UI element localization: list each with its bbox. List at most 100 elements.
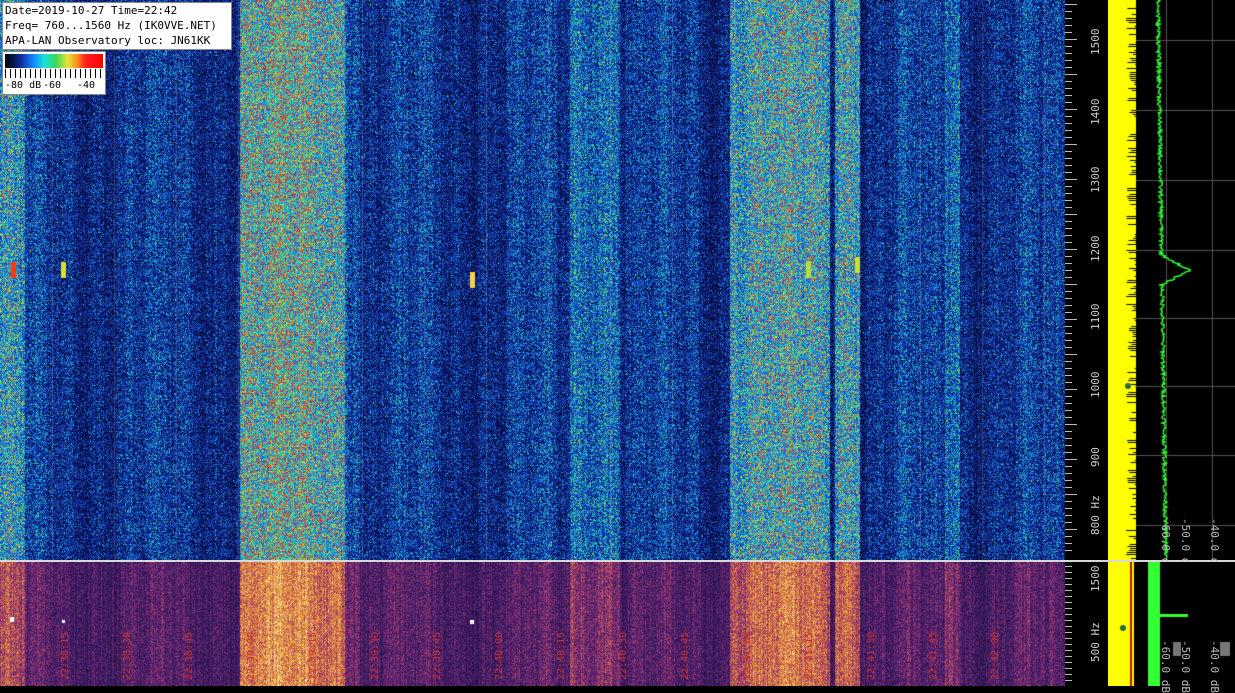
- freq-tick: [1065, 424, 1077, 425]
- freq-tick: [1065, 340, 1072, 341]
- scale-label-max: -40: [77, 80, 96, 91]
- freq-tick: [1065, 536, 1072, 537]
- freq-tick: [1065, 172, 1072, 173]
- freq-tick: [1065, 214, 1077, 215]
- freq-tick: [1065, 326, 1072, 327]
- freq-tick: [1065, 11, 1072, 12]
- freq-tick: [1065, 389, 1077, 390]
- freq-tick: [1065, 165, 1072, 166]
- freq-tick: [1065, 53, 1072, 54]
- freq-tick: [1065, 508, 1072, 509]
- freq-tick: [1065, 522, 1072, 523]
- freq-tick: [1065, 151, 1072, 152]
- frequency-axis: 1500 1400 1300 1200 1100 1000 900 800 Hz: [1065, 0, 1110, 560]
- freq-tick: [1065, 130, 1072, 131]
- db-label-lower: -60.0 dB: [1159, 640, 1172, 693]
- freq-tick: [1065, 396, 1072, 397]
- freq-tick: [1065, 228, 1072, 229]
- freq-tick-lower: [1065, 614, 1072, 615]
- freq-tick: [1065, 249, 1077, 250]
- freq-tick: [1065, 487, 1072, 488]
- freq-tick: [1065, 375, 1072, 376]
- info-observatory: APA-LAN Observatory loc: JN61KK: [5, 34, 211, 47]
- freq-tick: [1065, 445, 1072, 446]
- freq-tick: [1065, 221, 1072, 222]
- freq-tick: [1065, 361, 1072, 362]
- freq-tick: [1065, 186, 1072, 187]
- freq-tick: [1065, 67, 1072, 68]
- freq-tick: [1065, 200, 1072, 201]
- freq-tick: [1065, 116, 1072, 117]
- freq-tick: [1065, 193, 1072, 194]
- freq-label-lower: 1500: [1089, 565, 1102, 593]
- freq-label-lower: 500 Hz: [1089, 622, 1102, 662]
- freq-tick: [1065, 298, 1072, 299]
- power-profile-panel-lower: -60.0 dB -50.0 dB -40.0 dB: [1108, 562, 1235, 693]
- freq-tick: [1065, 284, 1077, 285]
- freq-tick: [1065, 529, 1077, 530]
- spectrogram-canvas: [0, 0, 1065, 560]
- freq-tick: [1065, 417, 1072, 418]
- freq-tick: [1065, 60, 1072, 61]
- freq-tick-lower: [1065, 620, 1072, 621]
- freq-tick-lower: [1065, 578, 1072, 579]
- freq-tick: [1065, 88, 1072, 89]
- freq-tick: [1065, 473, 1072, 474]
- waterfall-spectrogram[interactable]: [0, 0, 1065, 560]
- freq-label: 800 Hz: [1089, 495, 1102, 535]
- freq-tick: [1065, 242, 1072, 243]
- freq-tick: [1065, 25, 1072, 26]
- freq-tick: [1065, 452, 1072, 453]
- scale-label-min: -80 dB: [5, 80, 42, 91]
- freq-label: 1000: [1089, 371, 1102, 399]
- freq-label: 1200: [1089, 235, 1102, 263]
- freq-tick: [1065, 74, 1077, 75]
- freq-label: 1400: [1089, 98, 1102, 126]
- freq-tick-lower: [1065, 662, 1072, 663]
- freq-tick: [1065, 354, 1077, 355]
- freq-tick: [1065, 109, 1077, 110]
- freq-tick-lower: [1065, 674, 1072, 675]
- freq-tick: [1065, 333, 1072, 334]
- freq-tick: [1065, 305, 1072, 306]
- freq-label: 1300: [1089, 166, 1102, 194]
- freq-tick: [1065, 403, 1072, 404]
- freq-tick: [1065, 39, 1077, 40]
- db-label-lower: -40.0 dB: [1208, 640, 1221, 693]
- freq-tick: [1065, 32, 1072, 33]
- freq-tick: [1065, 494, 1077, 495]
- info-date-time: Date=2019-10-27 Time=22:42: [5, 4, 178, 17]
- wideband-spectrogram[interactable]: 22:38:1522:38:3022:38:4522:39:0022:39:15…: [0, 562, 1065, 686]
- freq-tick-lower: [1065, 572, 1072, 573]
- freq-tick: [1065, 137, 1072, 138]
- info-box: Date=2019-10-27 Time=22:42 Freq= 760...1…: [2, 2, 232, 50]
- freq-tick: [1065, 207, 1072, 208]
- freq-tick: [1065, 368, 1072, 369]
- freq-tick-lower: [1065, 584, 1072, 585]
- freq-tick-lower: [1065, 656, 1072, 657]
- freq-tick-lower: [1065, 680, 1072, 681]
- freq-tick: [1065, 319, 1077, 320]
- freq-tick: [1065, 459, 1077, 460]
- freq-tick: [1065, 18, 1072, 19]
- freq-tick-lower: [1065, 590, 1072, 591]
- scale-label-mid: -60: [43, 80, 62, 91]
- wideband-canvas: [0, 562, 1065, 686]
- freq-tick: [1065, 347, 1072, 348]
- freq-tick: [1065, 431, 1072, 432]
- freq-tick: [1065, 501, 1072, 502]
- freq-tick: [1065, 466, 1072, 467]
- freq-tick: [1065, 550, 1072, 551]
- power-profile-panel: -60.0 dB -50.0 dB -40.0 dB: [1108, 0, 1235, 571]
- freq-tick: [1065, 312, 1072, 313]
- freq-tick: [1065, 270, 1072, 271]
- freq-tick-lower: [1065, 566, 1072, 567]
- info-frequency: Freq= 760...1560 Hz (IK0VVE.NET): [5, 19, 217, 32]
- color-scale-bar: [5, 54, 103, 68]
- freq-tick-lower: [1065, 596, 1072, 597]
- frequency-axis-lower: 1500 500 Hz: [1065, 562, 1110, 686]
- freq-tick: [1065, 95, 1072, 96]
- color-scale-ticks: [5, 69, 103, 78]
- db-label-lower: -50.0 dB: [1179, 640, 1192, 693]
- freq-tick-lower: [1065, 632, 1072, 633]
